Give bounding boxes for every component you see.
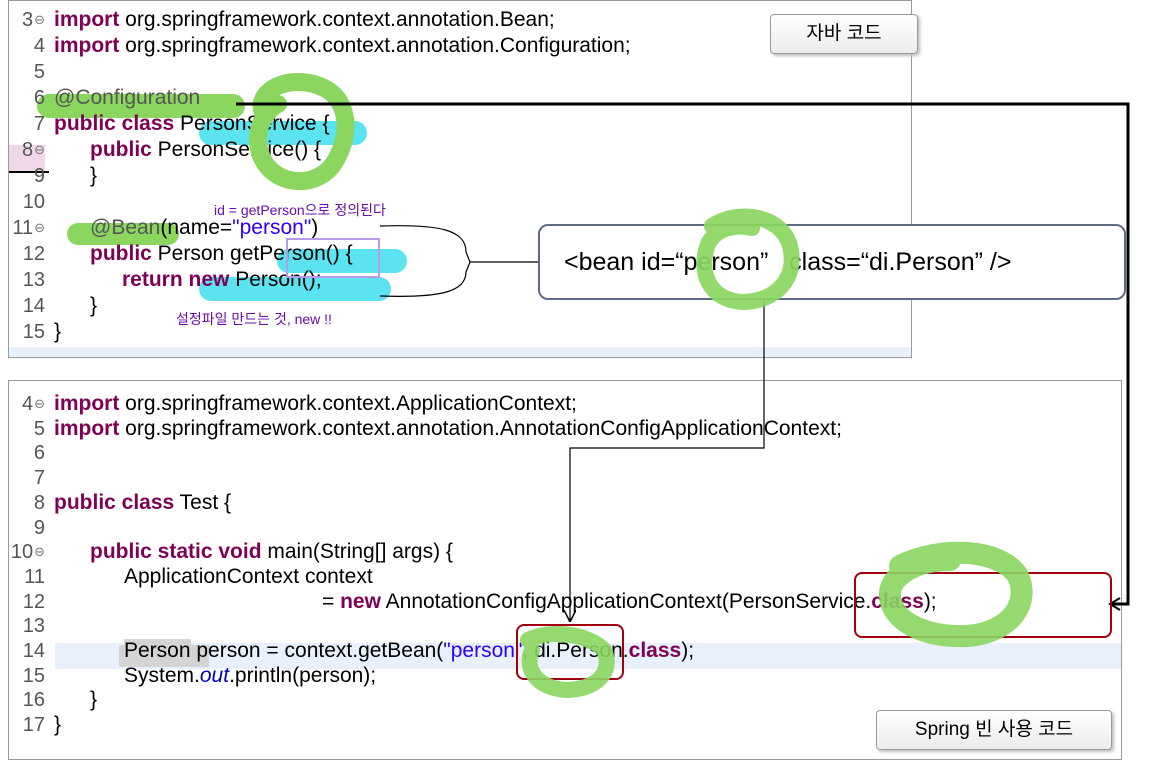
bean-xml-callout: <bean id=“person” class=“di.Person” />: [538, 224, 1126, 300]
note-id-definition: id = getPerson으로 정의된다: [214, 202, 386, 218]
personservice-class-box: [854, 572, 1112, 638]
config-arrow: [236, 102, 1130, 606]
getperson-box: [286, 238, 380, 278]
note-config-file: 설정파일 만드는 것, new !!: [176, 311, 332, 327]
bean-brace-bottom: [379, 261, 471, 297]
java-code-label: 자바 코드: [770, 14, 918, 54]
spring-code-label: Spring 빈 사용 코드: [876, 710, 1112, 750]
scribble-circle: [249, 73, 355, 191]
bean-xml-text: <bean id=“person” class=“di.Person” />: [564, 248, 1012, 276]
person-string-box: [516, 624, 624, 680]
id-arrow: [570, 280, 765, 620]
bean-brace-top: [379, 225, 538, 263]
